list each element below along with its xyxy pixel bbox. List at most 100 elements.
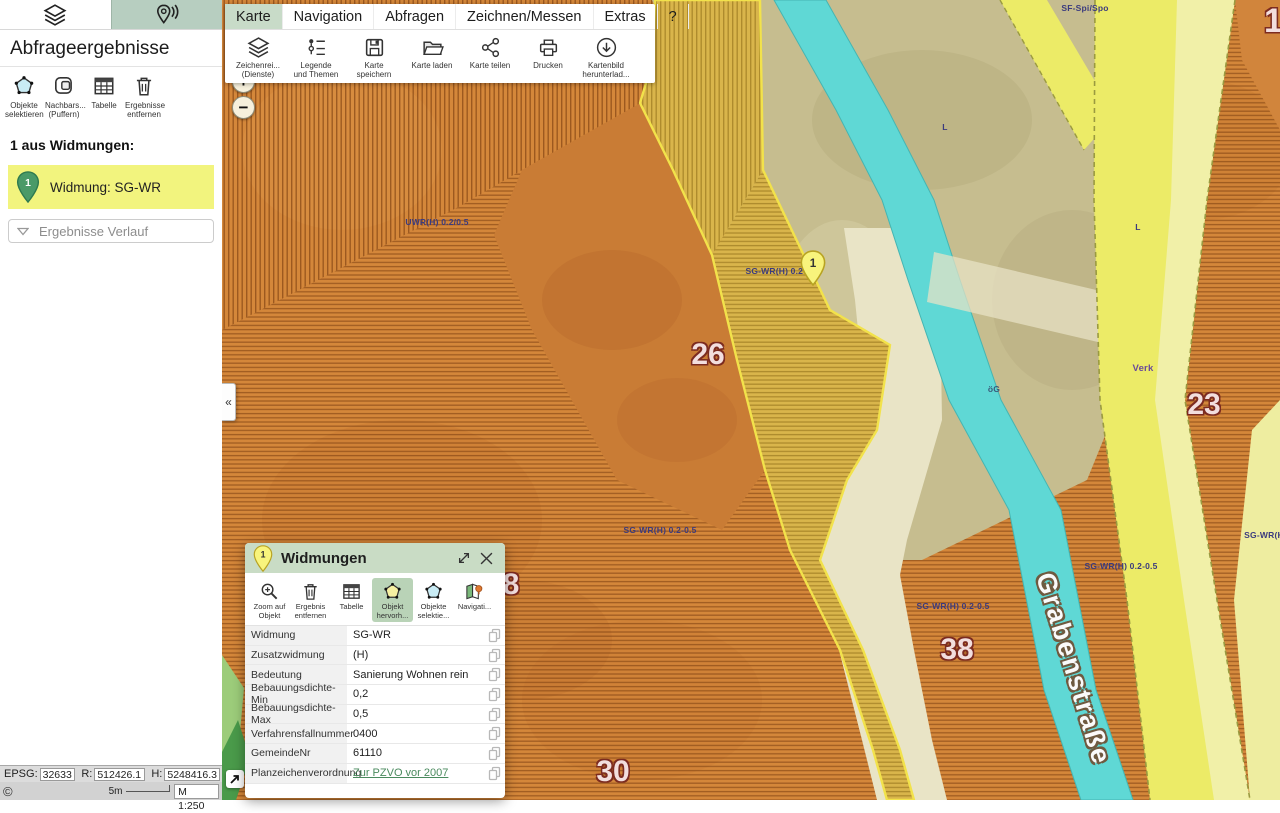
copy-icon[interactable]: [483, 648, 505, 663]
results-heading: 1 aus Widmungen:: [0, 123, 222, 157]
table-row: Bebauungsdichte-Max 0,5: [245, 705, 505, 725]
select-objects-button[interactable]: Objekteselektie...: [413, 578, 454, 622]
popup-header[interactable]: 1 Widmungen: [245, 543, 505, 573]
popup-toolbar: Zoom aufObjekt Ergebnisentfernen Tabelle: [245, 573, 505, 625]
copy-icon[interactable]: [483, 726, 505, 741]
table-icon: [92, 74, 116, 98]
layers-icon: [41, 3, 69, 27]
popup-expand-button[interactable]: [453, 547, 475, 569]
copy-icon[interactable]: [483, 766, 505, 781]
zoom-out-button[interactable]: −: [232, 96, 255, 119]
road-label: Verk: [1133, 363, 1154, 374]
copy-icon[interactable]: [483, 687, 505, 702]
legend-themes-button[interactable]: Legendeund Themen: [287, 35, 345, 79]
parcel-number: 26: [691, 338, 724, 372]
layers-icon: [247, 36, 270, 59]
popup-pin-icon: 1: [253, 545, 273, 572]
stream-label: öG: [988, 384, 1000, 394]
zone-label: L: [942, 122, 947, 132]
printer-icon: [537, 36, 560, 59]
arrow-ne-icon: [229, 773, 241, 785]
sidebar-panel: Abfrageergebnisse Objekteselektieren Na: [0, 0, 222, 800]
zone-label: UWR(H) 0.2/0.5: [405, 217, 468, 227]
share-map-button[interactable]: Karte teilen: [461, 35, 519, 79]
trash-icon: [132, 74, 156, 98]
print-button[interactable]: Drucken: [519, 35, 577, 79]
map-scale-value[interactable]: M 1:250: [174, 784, 219, 799]
scale-bar: [126, 785, 171, 792]
copyright-icon[interactable]: ©: [3, 784, 13, 799]
table-button[interactable]: Tabelle: [85, 73, 123, 119]
load-map-button[interactable]: Karte laden: [403, 35, 461, 79]
menu-tab-navigation[interactable]: Navigation: [283, 4, 375, 29]
copy-icon[interactable]: [483, 746, 505, 761]
remove-results-button[interactable]: Ergebnisseentfernen: [125, 73, 163, 119]
menu-tab-zeichnen-messen[interactable]: Zeichnen/Messen: [456, 4, 593, 29]
navigation-map-icon: [464, 581, 485, 602]
sidebar-tabs: [0, 0, 222, 30]
navigation-button[interactable]: Navigati...: [454, 578, 495, 622]
pzvo-link[interactable]: Zur PZVO vor 2007: [353, 767, 448, 779]
zoom-magnifier-icon: [259, 581, 280, 602]
result-label: Widmung: SG-WR: [50, 180, 161, 195]
polygon-select-icon: [12, 74, 36, 98]
zone-label: SG-WR(H) 0.2-0.5: [1084, 561, 1157, 571]
highlight-object-button[interactable]: Objekthervorh...: [372, 578, 413, 622]
remove-result-button[interactable]: Ergebnisentfernen: [290, 578, 331, 622]
copy-icon[interactable]: [483, 667, 505, 682]
sidebar-collapse-handle[interactable]: «: [222, 383, 236, 421]
overview-expand-button[interactable]: [226, 770, 244, 788]
table-row: Zusatzwidmung (H): [245, 646, 505, 666]
trash-icon: [300, 581, 321, 602]
attribute-table: Widmung SG-WR Zusatzwidmung (H) Bedeutun…: [245, 625, 505, 784]
buffer-neighbors-button[interactable]: Nachbars...(Puffern): [45, 73, 83, 119]
chevron-down-icon: [17, 227, 29, 236]
result-item-widmung[interactable]: 1 Widmung: SG-WR: [8, 165, 214, 209]
popup-title: Widmungen: [281, 550, 453, 567]
svg-text:1: 1: [261, 549, 266, 559]
download-map-image-button[interactable]: Kartenbildherunterlad...: [577, 35, 635, 79]
select-objects-button[interactable]: Objekteselektieren: [5, 73, 43, 119]
download-icon: [595, 36, 618, 59]
results-history-dropdown[interactable]: Ergebnisse Verlauf: [8, 219, 214, 243]
sidebar-toolbar: Objekteselektieren Nachbars...(Puffern) …: [0, 67, 222, 123]
save-map-button[interactable]: Kartespeichern: [345, 35, 403, 79]
share-icon: [479, 36, 502, 59]
zone-label: L: [1135, 222, 1140, 232]
copy-icon[interactable]: [483, 628, 505, 643]
zoom-to-object-button[interactable]: Zoom aufObjekt: [249, 578, 290, 622]
popup-close-button[interactable]: [475, 547, 497, 569]
parcel-number: 30: [596, 755, 629, 789]
tab-layers[interactable]: [0, 0, 111, 29]
parcel-number: 1: [1264, 2, 1280, 41]
draw-order-services-button[interactable]: Zeichenrei...(Dienste): [229, 35, 287, 79]
menu-tab-bar: Karte Navigation Abfragen Zeichnen/Messe…: [225, 4, 655, 30]
svg-text:1: 1: [25, 178, 31, 189]
panel-title: Abfrageergebnisse: [0, 30, 222, 67]
r-coordinate-value[interactable]: 512426.1: [94, 768, 145, 781]
history-label: Ergebnisse Verlauf: [39, 224, 148, 239]
menu-tab-help[interactable]: ?: [658, 4, 689, 29]
copy-icon[interactable]: [483, 707, 505, 722]
save-floppy-icon: [363, 36, 386, 59]
epsg-value[interactable]: 32633: [40, 768, 76, 781]
tab-query-results[interactable]: [111, 0, 223, 29]
h-coordinate-value[interactable]: 5248416.3: [164, 768, 220, 781]
parcel-number: 38: [940, 633, 973, 667]
selected-object-pin[interactable]: 1: [800, 250, 826, 291]
menu-tab-karte[interactable]: Karte: [225, 4, 283, 29]
menu-tab-extras[interactable]: Extras: [594, 4, 658, 29]
table-button[interactable]: Tabelle: [331, 578, 372, 622]
expand-icon: [456, 550, 472, 566]
h-label: H:: [151, 768, 162, 780]
scale-length-label: 5m: [109, 786, 123, 797]
r-label: R:: [81, 768, 92, 780]
polygon-select-icon: [423, 581, 444, 602]
results-pins-icon: [154, 3, 180, 27]
close-icon: [478, 550, 495, 567]
status-bar: EPSG: 32633 R: 512426.1 H: 5248416.3 © 5…: [0, 765, 222, 800]
table-row: GemeindeNr 61110: [245, 744, 505, 764]
menu-tab-abfragen[interactable]: Abfragen: [374, 4, 456, 29]
parcel-number: 8: [503, 568, 520, 602]
result-pin-icon: 1: [16, 171, 40, 203]
